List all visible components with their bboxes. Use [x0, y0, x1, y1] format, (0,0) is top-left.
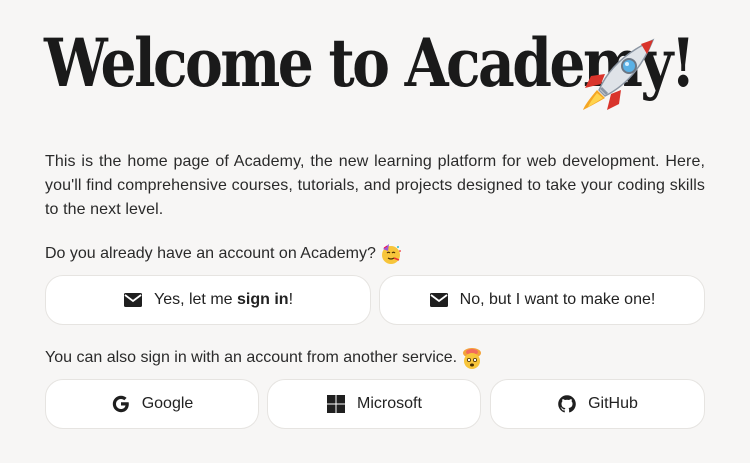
exploding-head-icon: [463, 348, 482, 369]
sign-in-label: Yes, let me sign in!: [153, 291, 294, 308]
create-account-button[interactable]: No, but I want to make one!: [379, 275, 705, 325]
microsoft-sign-in-button[interactable]: Microsoft: [267, 379, 481, 429]
google-sign-in-button[interactable]: Google: [45, 379, 259, 429]
microsoft-label: Microsoft: [357, 395, 422, 412]
envelope-icon: [429, 290, 449, 310]
microsoft-icon: [326, 394, 346, 414]
github-sign-in-button[interactable]: GitHub: [490, 379, 705, 429]
intro-text: This is the home page of Academy, the ne…: [45, 153, 705, 218]
google-icon: [111, 394, 131, 414]
sign-in-button[interactable]: Yes, let me sign in!: [45, 275, 371, 325]
partying-face-icon: [381, 244, 401, 264]
envelope-icon: [123, 290, 143, 310]
account-question-text: Do you already have an account on Academ…: [45, 245, 376, 262]
github-icon: [557, 394, 577, 414]
other-service-question: You can also sign in with an account fro…: [45, 347, 483, 369]
account-question: Do you already have an account on Academ…: [45, 243, 402, 265]
rocket-icon: [583, 38, 655, 110]
other-service-text: You can also sign in with an account fro…: [45, 349, 458, 366]
github-label: GitHub: [588, 395, 638, 412]
google-label: Google: [141, 395, 194, 412]
create-account-label: No, but I want to make one!: [459, 291, 656, 308]
